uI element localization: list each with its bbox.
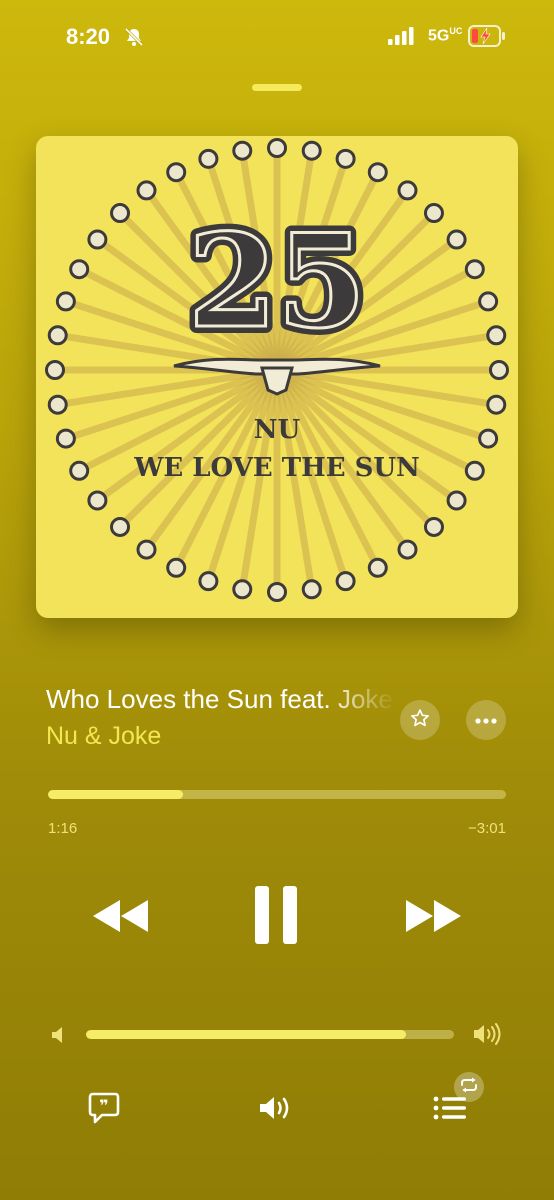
marquee-bulb [367, 557, 388, 578]
scrubber-fill [48, 790, 184, 799]
forward-icon [404, 898, 464, 939]
status-bar: 8:20 5GUC [0, 0, 554, 80]
clock: 8:20 [66, 24, 111, 49]
marquee-bulb [198, 571, 219, 592]
marquee-bulb [367, 162, 388, 183]
backward-icon [90, 898, 150, 939]
ellipsis-icon [475, 711, 497, 729]
remaining-time: −3:01 [468, 820, 506, 837]
marquee-bulb [446, 229, 467, 250]
marquee-bulb [110, 516, 131, 537]
marquee-bulb [55, 428, 76, 449]
volume-high-icon [472, 1021, 502, 1052]
marquee-bulb [478, 428, 499, 449]
marquee-bulb [335, 148, 356, 169]
marquee-bulb [69, 460, 90, 481]
marquee-bulb [55, 291, 76, 312]
marquee-bulb [47, 325, 68, 346]
marquee-bulb [335, 571, 356, 592]
marquee-bulb [423, 203, 444, 224]
marquee-bulb [232, 140, 253, 161]
network-label: 5GUC [428, 26, 463, 45]
svg-text:25: 25 [188, 207, 366, 357]
marquee-bulb [232, 579, 253, 600]
svg-text:❞: ❞ [99, 1096, 108, 1115]
marquee-bulb [87, 490, 108, 511]
album-number: 25 25 [181, 200, 373, 364]
bell-slash-icon [124, 27, 144, 52]
battery-icon [468, 25, 506, 52]
marquee-bulb [464, 259, 485, 280]
track-title: Who Loves the Sun feat. Joke [46, 684, 393, 714]
marquee-bulb [198, 148, 219, 169]
marquee-bulb [397, 539, 418, 560]
marquee-bulb [166, 162, 187, 183]
marquee-bulb [486, 394, 507, 415]
more-button[interactable] [466, 700, 506, 740]
forward-button[interactable] [402, 890, 466, 946]
marquee-bulb [301, 140, 322, 161]
lyrics-button[interactable]: ❞ [84, 1090, 124, 1130]
marquee-bulb [478, 291, 499, 312]
marquee-bulb [486, 325, 507, 346]
pause-icon [253, 884, 299, 951]
album-title-text: WE LOVE THE SUN [133, 453, 420, 483]
marquee-bulb [87, 229, 108, 250]
marquee-bulb [45, 360, 65, 380]
volume-fill [86, 1030, 407, 1039]
marquee-bulb [136, 180, 157, 201]
marquee-bulb [166, 557, 187, 578]
playback-scrubber[interactable] [48, 790, 506, 799]
marquee-bulb [301, 579, 322, 600]
repeat-button[interactable] [454, 1072, 484, 1102]
volume-low-icon [50, 1026, 66, 1049]
audio-output-button[interactable] [254, 1090, 300, 1130]
volume-slider[interactable] [86, 1030, 454, 1039]
marquee-bulb [69, 259, 90, 280]
repeat-icon [460, 1077, 478, 1098]
marquee-bulb [489, 360, 509, 380]
pause-button[interactable] [248, 884, 304, 950]
elapsed-time: 1:16 [48, 820, 78, 837]
marquee-bulb [47, 394, 68, 415]
rewind-button[interactable] [88, 890, 152, 946]
album-artist-text: NU [254, 415, 301, 445]
star-icon [410, 708, 430, 733]
marquee-bulb [110, 203, 131, 224]
sheet-grabber[interactable] [252, 84, 302, 91]
track-artist[interactable]: Nu & Joke [46, 722, 161, 751]
marquee-bulb [267, 582, 287, 602]
marquee-bulb [136, 539, 157, 560]
marquee-bulb [446, 490, 467, 511]
marquee-bulb [423, 516, 444, 537]
album-artwork: 25 25 NU WE LOVE THE SUN [36, 136, 518, 618]
marquee-bulb [464, 460, 485, 481]
favorite-button[interactable] [400, 700, 440, 740]
marquee-bulb [267, 138, 287, 158]
marquee-bulb [397, 180, 418, 201]
lyrics-quote-icon: ❞ [87, 1091, 121, 1130]
speaker-icon [258, 1094, 296, 1127]
signal-icon [388, 27, 414, 50]
